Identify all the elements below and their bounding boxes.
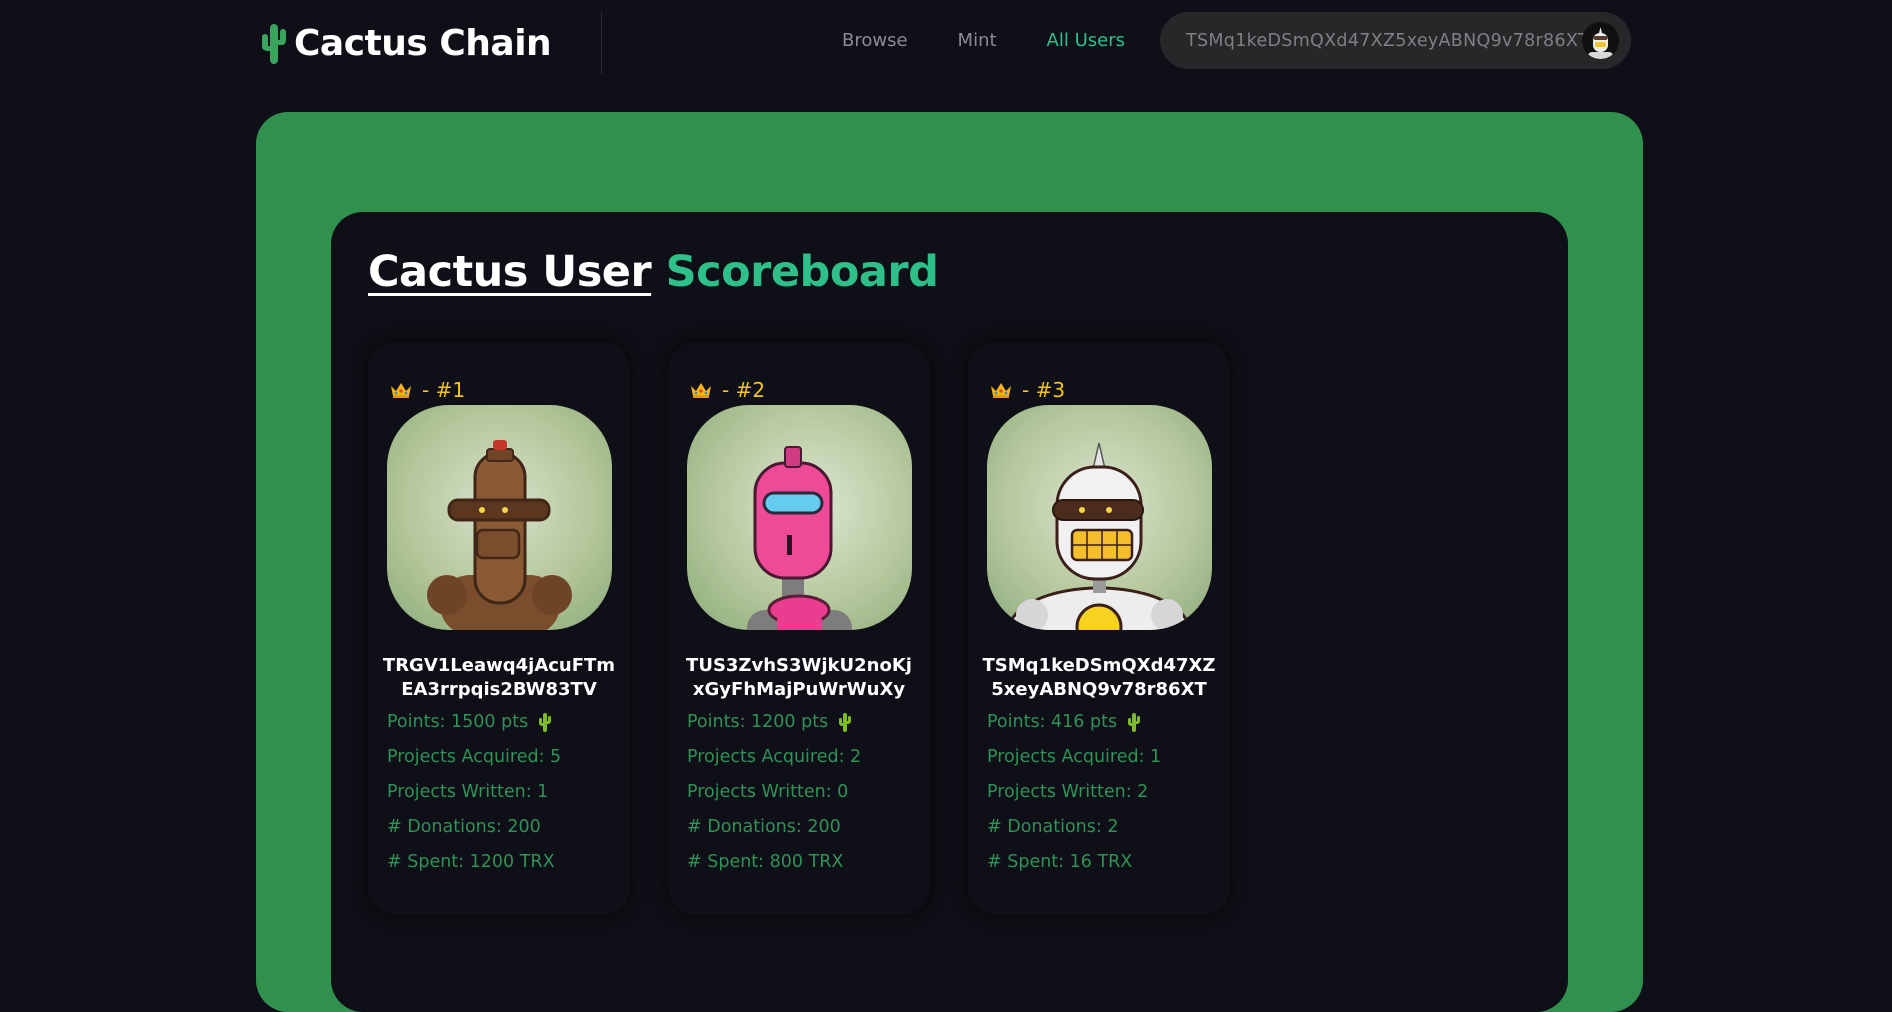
wallet-button[interactable]: TSMq1keDSmQXd47XZ5xeyABNQ9v78r86XT bbox=[1160, 12, 1631, 69]
page-title: Cactus User Scoreboard bbox=[368, 247, 939, 297]
cactus-icon bbox=[539, 713, 552, 732]
user-avatar-image bbox=[987, 405, 1212, 630]
stat-points: Points: 416 pts bbox=[987, 712, 1141, 732]
user-address: TSMq1keDSmQXd47XZ5xeyABNQ9v78r86XT bbox=[982, 655, 1216, 700]
crown-icon bbox=[691, 383, 711, 398]
stat-spent: # Spent: 800 TRX bbox=[687, 852, 844, 872]
user-address: TUS3ZvhS3WjkU2noKjxGyFhMajPuWrWuXy bbox=[686, 655, 912, 700]
stat-points-label: Points: 1500 pts bbox=[387, 712, 529, 732]
main-nav: Browse Mint All Users bbox=[842, 30, 1125, 51]
stat-projects-written: Projects Written: 0 bbox=[687, 782, 849, 802]
stat-projects-written: Projects Written: 1 bbox=[387, 782, 549, 802]
pink-robot-icon bbox=[687, 405, 912, 630]
user-avatar-image bbox=[687, 405, 912, 630]
stat-points-label: Points: 1200 pts bbox=[687, 712, 829, 732]
stat-points: Points: 1500 pts bbox=[387, 712, 552, 732]
stat-donations: # Donations: 2 bbox=[987, 817, 1119, 837]
nav-browse[interactable]: Browse bbox=[842, 30, 908, 51]
nav-all-users[interactable]: All Users bbox=[1047, 30, 1125, 51]
rank-label: - #1 bbox=[422, 378, 466, 402]
stat-donations: # Donations: 200 bbox=[387, 817, 541, 837]
user-card[interactable]: - #1 TRGV1Leawq4jAcuFTmEA3rrpqis2BW83TV … bbox=[368, 342, 630, 915]
stat-donations: # Donations: 200 bbox=[687, 817, 841, 837]
nav-mint[interactable]: Mint bbox=[958, 30, 997, 51]
white-robot-icon bbox=[987, 405, 1212, 630]
page-title-part-1: Cactus User bbox=[368, 247, 652, 297]
brand-logo[interactable]: Cactus Chain bbox=[260, 22, 552, 64]
user-card[interactable]: - #3 TSMq1keDSmQXd47XZ5xeyABNQ9v78r86XT … bbox=[968, 342, 1230, 915]
cactus-icon bbox=[1128, 713, 1141, 732]
user-avatar[interactable] bbox=[1582, 22, 1619, 59]
stat-points-label: Points: 416 pts bbox=[987, 712, 1118, 732]
user-card[interactable]: - #2 TUS3ZvhS3WjkU2noKjxGyFhMajPuWrWuXy … bbox=[668, 342, 930, 915]
stat-spent: # Spent: 16 TRX bbox=[987, 852, 1133, 872]
stat-projects-acquired: Projects Acquired: 2 bbox=[687, 747, 862, 767]
cactus-icon bbox=[839, 713, 852, 732]
rank-label: - #2 bbox=[722, 378, 766, 402]
cactus-icon bbox=[262, 24, 286, 64]
top-header: Cactus Chain Browse Mint All Users TSMq1… bbox=[0, 0, 1892, 92]
stat-projects-acquired: Projects Acquired: 1 bbox=[987, 747, 1162, 767]
stat-projects-acquired: Projects Acquired: 5 bbox=[387, 747, 562, 767]
rank-label: - #3 bbox=[1022, 378, 1066, 402]
header-divider bbox=[601, 12, 602, 74]
user-address: TRGV1Leawq4jAcuFTmEA3rrpqis2BW83TV bbox=[382, 655, 616, 700]
crown-icon bbox=[391, 383, 411, 398]
wallet-address: TSMq1keDSmQXd47XZ5xeyABNQ9v78r86XT bbox=[1186, 30, 1589, 51]
rank-badge: - #3 bbox=[990, 378, 1065, 402]
stat-projects-written: Projects Written: 2 bbox=[987, 782, 1149, 802]
white-robot-avatar-icon bbox=[1582, 22, 1619, 59]
user-avatar-image bbox=[387, 405, 612, 630]
brown-robot-icon bbox=[387, 405, 612, 630]
brand-name: Cactus Chain bbox=[294, 22, 552, 64]
stat-spent: # Spent: 1200 TRX bbox=[387, 852, 555, 872]
rank-badge: - #2 bbox=[690, 378, 765, 402]
crown-icon bbox=[991, 383, 1011, 398]
page-title-part-2: Scoreboard bbox=[665, 247, 939, 297]
stat-points: Points: 1200 pts bbox=[687, 712, 852, 732]
rank-badge: - #1 bbox=[390, 378, 465, 402]
